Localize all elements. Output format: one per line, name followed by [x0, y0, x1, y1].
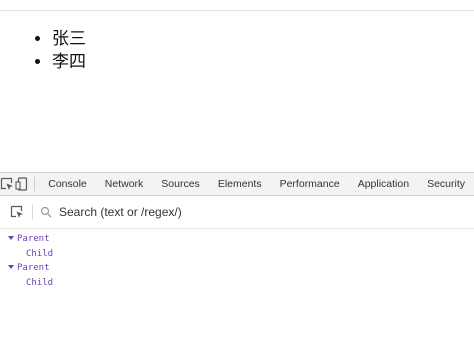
inspect-element-icon[interactable]: [6, 201, 28, 223]
component-tree: Parent Child Parent Child: [0, 229, 474, 290]
toolbar-divider: [33, 177, 35, 191]
inspect-element-icon[interactable]: [0, 173, 15, 195]
tree-node-label: Child: [26, 277, 54, 288]
expand-caret-icon[interactable]: [8, 236, 14, 240]
name-list: 张三 李四: [32, 28, 86, 74]
search-icon: [39, 205, 53, 219]
top-border: [0, 10, 474, 11]
tree-node-child[interactable]: Child: [0, 276, 474, 291]
tree-node-label: Parent: [17, 263, 50, 273]
tab-network[interactable]: Network: [96, 173, 153, 195]
tree-node-parent[interactable]: Parent: [0, 232, 474, 247]
tree-node-child[interactable]: Child: [0, 247, 474, 262]
tab-performance[interactable]: Performance: [271, 173, 349, 195]
tab-sources[interactable]: Sources: [152, 173, 209, 195]
list-item: 张三: [52, 28, 86, 51]
device-toolbar-icon[interactable]: [15, 173, 30, 195]
tab-security[interactable]: Security: [418, 173, 474, 195]
tab-application[interactable]: Application: [349, 173, 418, 195]
tree-node-parent[interactable]: Parent: [0, 261, 474, 276]
list-item: 李四: [52, 51, 86, 74]
search-input[interactable]: [59, 205, 439, 219]
tree-node-label: Child: [26, 248, 54, 259]
tab-elements[interactable]: Elements: [209, 173, 271, 195]
tree-node-label: Parent: [17, 234, 50, 244]
devtools-tabbar: Console Network Sources Elements Perform…: [0, 173, 474, 196]
devtools-panel: Console Network Sources Elements Perform…: [0, 172, 474, 363]
search-bar: [0, 196, 474, 229]
search-divider: [32, 204, 33, 220]
tab-console[interactable]: Console: [40, 173, 96, 195]
expand-caret-icon[interactable]: [8, 265, 14, 269]
